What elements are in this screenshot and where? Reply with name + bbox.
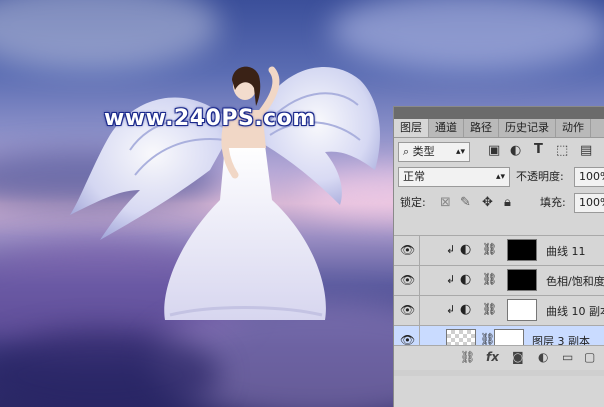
lock-row: 锁定: ⊠ ✎ ✥ 🔒︎ 填充: 100% [394,190,604,216]
link-icon[interactable]: ⛓︎ [480,332,495,346]
blend-row: 正常 ▴▾ 不透明度: 100% [394,164,604,190]
blend-mode-value: 正常 [403,170,425,183]
layer-row-hue-saturation[interactable]: 👁︎ ↲ ◐ ⛓︎ 色相/饱和度 [394,265,604,295]
link-icon[interactable]: ⛓︎ [482,272,497,286]
angel-bride-figure [70,66,380,320]
clip-arrow-icon: ↲ [446,273,456,286]
eye-icon[interactable]: 👁︎ [400,273,415,287]
fx-icon[interactable]: fx [486,350,499,364]
layer-row-curves-11[interactable]: 👁︎ ↲ ◐ ⛓︎ 曲线 11 [394,235,604,265]
lock-transparent-icon[interactable]: ⊠ [440,194,451,212]
adjustment-filter-icon[interactable]: ◐ [510,142,521,160]
link-icon[interactable]: ⛓︎ [482,242,497,256]
layer-name[interactable]: 曲线 11 [546,243,586,259]
link-icon[interactable]: ⛓︎ [482,302,497,316]
chevron-updown-icon: ▴▾ [495,172,505,182]
watermark-text: www.240PS.com [104,106,316,131]
tab-history[interactable]: 历史记录 [499,119,556,137]
lock-position-icon[interactable]: ✥ [482,194,493,212]
layers-panel: 图层 通道 路径 历史记录 动作 ⌕ 类型 ▴▾ ▣ ◐ T ⬚ ▤ 正常 ▴▾… [393,106,604,407]
tab-paths[interactable]: 路径 [464,119,499,137]
opacity-value: 100% [579,170,604,183]
fill-value: 100% [579,196,604,209]
mask-icon[interactable]: ◙ [512,350,524,364]
search-icon: ⌕ [403,145,410,158]
tab-actions[interactable]: 动作 [556,119,591,137]
panel-resize-handle[interactable] [394,370,604,376]
eye-icon[interactable]: 👁︎ [400,243,415,257]
tab-channels[interactable]: 通道 [429,119,464,137]
eye-icon[interactable]: 👁︎ [400,303,415,317]
adjustment-icon: ◐ [460,272,472,287]
layer-row-curves-10-copy[interactable]: 👁︎ ↲ ◐ ⛓︎ 曲线 10 副本 [394,295,604,325]
lock-all-icon[interactable]: 🔒︎ [504,194,511,212]
opacity-label: 不透明度: [516,170,564,183]
fill-field[interactable]: 100% [574,193,604,213]
filter-kind-label: 类型 [412,145,435,158]
blend-mode-select[interactable]: 正常 ▴▾ [398,167,510,187]
layer-mask-thumb[interactable] [507,269,537,291]
clip-arrow-icon: ↲ [446,243,456,256]
layer-mask-thumb[interactable] [507,239,537,261]
lock-paint-icon[interactable]: ✎ [460,194,471,212]
image-filter-icon[interactable]: ▣ [488,142,500,160]
layer-mask-thumb[interactable] [507,299,537,321]
lock-label: 锁定: [400,196,426,209]
folder-icon[interactable]: ▭ [562,350,573,364]
panel-footer: ⛓︎ fx ◙ ◐ ▭ ▢ [394,345,604,370]
new-layer-icon[interactable]: ▢ [584,350,595,364]
tab-layers[interactable]: 图层 [394,119,429,137]
shape-filter-icon[interactable]: ⬚ [556,142,568,160]
opacity-field[interactable]: 100% [574,167,604,187]
layers-list: 👁︎ ↲ ◐ ⛓︎ 曲线 11 👁︎ ↲ ◐ ⛓︎ 色相/饱和度 👁︎ ↲ ◐ … [394,235,604,355]
fill-label: 填充: [540,196,566,209]
smart-object-filter-icon[interactable]: ▤ [580,142,592,160]
link-layers-icon[interactable]: ⛓︎ [460,350,475,364]
adjustment-icon: ◐ [460,302,472,317]
filter-kind-select[interactable]: ⌕ 类型 ▴▾ [398,142,470,162]
new-adjustment-icon[interactable]: ◐ [538,350,548,364]
type-filter-icon[interactable]: T [534,141,543,159]
layer-name[interactable]: 色相/饱和度 [546,273,604,289]
clip-arrow-icon: ↲ [446,303,456,316]
panel-tabs: 图层 通道 路径 历史记录 动作 [394,119,604,138]
layer-name[interactable]: 曲线 10 副本 [546,303,604,319]
adjustment-icon: ◐ [460,242,472,257]
panel-grip[interactable] [394,107,604,119]
chevron-updown-icon: ▴▾ [455,147,465,157]
filter-row: ⌕ 类型 ▴▾ ▣ ◐ T ⬚ ▤ [394,138,604,164]
